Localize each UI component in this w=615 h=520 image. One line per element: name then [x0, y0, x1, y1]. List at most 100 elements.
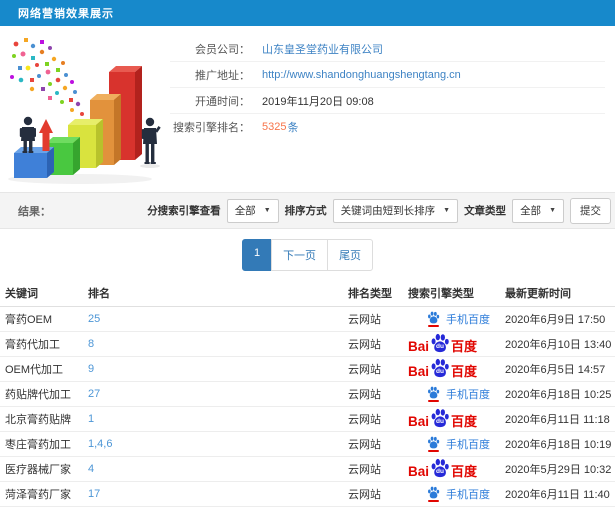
ranking-count: 5325: [262, 121, 287, 133]
filter-label-2: 文章类型: [464, 205, 507, 217]
mobile-baidu-logo: 手机百度: [427, 386, 490, 402]
selected-value: 全部: [520, 205, 542, 217]
filter-select-1[interactable]: 关键词由短到长排序 ▼: [332, 198, 459, 223]
baidu-logo-cn: 百度: [451, 364, 478, 380]
baidu-logo-text: Bai: [408, 363, 430, 379]
header-bar: 网络营销效果展示: [0, 0, 615, 26]
table-row: OEM代加工 9 云网站 Bai du 百度 2020年6月5日 14:57: [0, 356, 615, 382]
filter-label-0: 分搜索引擎查看: [147, 205, 221, 217]
updated-cell: 2020年6月10日 13:40: [500, 331, 615, 357]
baidu-logo-du: du: [436, 342, 444, 350]
rank-link[interactable]: 17: [88, 488, 100, 500]
rank-link[interactable]: 25: [88, 313, 100, 325]
selected-value: 关键词由短到长排序: [340, 205, 436, 217]
rank-cell: 1: [83, 406, 343, 432]
info-label: 搜索引擎排名：: [173, 122, 250, 134]
info-section: 会员公司： 山东皇圣堂药业有限公司 推广地址： http://www.shandong…: [0, 26, 615, 192]
engine-cell: Bai du 百度: [403, 331, 500, 357]
baidu-underline: [428, 449, 439, 452]
page-title: 网络营销效果展示: [18, 8, 114, 20]
keyword-cell: 北京膏药贴牌: [0, 406, 83, 432]
engine-cell: Bai du 百度: [403, 406, 500, 432]
baidu-underline: [428, 499, 439, 502]
keyword-cell: 菏泽膏药厂家: [0, 481, 83, 507]
table-row: 膏药OEM 25 云网站 手机百度 2020年6月9日 17:50: [0, 306, 615, 332]
table-row: 北京膏药贴牌 1 云网站 Bai du 百度 2020年6月11日 11:18: [0, 406, 615, 432]
updated-cell: 2020年6月18日 10:19: [500, 431, 615, 457]
pagination: 1 下一页 尾页: [241, 239, 374, 271]
bar-chart-illustration: [8, 38, 161, 184]
column-header: 关键词: [0, 281, 83, 307]
info-label: 会员公司：: [195, 43, 250, 56]
info-link[interactable]: http://www.shandonghuangshengtang.cn: [262, 69, 461, 81]
rank-link[interactable]: 9: [88, 363, 94, 375]
baidu-paw-icon: [428, 486, 440, 498]
rank-link[interactable]: 27: [88, 388, 100, 400]
mobile-baidu-logo: 手机百度: [427, 311, 490, 327]
baidu-logo-text: Bai: [408, 413, 430, 429]
ranking-count-unit: 条: [287, 122, 299, 134]
keyword-cell: 枣庄膏药加工: [0, 431, 83, 457]
engine-name: 手机百度: [446, 488, 490, 501]
updated-cell: 2020年6月5日 14:57: [500, 356, 615, 382]
updated-cell: 2020年6月9日 17:50: [500, 306, 615, 332]
info-row: 推广地址： http://www.shandonghuangshengtang.c…: [170, 62, 605, 88]
caret-down-icon: ▼: [549, 207, 556, 214]
table-row: 医疗器械厂家 4 云网站 Bai du 百度 2020年5月29日 10:32: [0, 456, 615, 482]
pagination-wrap: 1 下一页 尾页: [0, 229, 615, 281]
marketing-illustration: [0, 32, 170, 192]
column-header: 排名: [83, 281, 343, 307]
rank-type-cell: 云网站: [343, 356, 403, 382]
table-row: 菏泽膏药厂家 17 云网站 手机百度 2020年6月11日 11:40: [0, 481, 615, 507]
rank-link[interactable]: 1: [88, 413, 94, 425]
baidu-logo-text: Bai: [408, 463, 430, 479]
engine-name: 手机百度: [446, 438, 490, 451]
keyword-cell: 膏药代加工: [0, 331, 83, 357]
info-label: 推广地址：: [195, 69, 250, 82]
updated-cell: 2020年6月11日 11:18: [500, 406, 615, 432]
info-link[interactable]: 山东皇圣堂药业有限公司: [262, 41, 383, 57]
table-body: 膏药OEM 25 云网站 手机百度 2020年6月9日 17:50 膏药代加工 8 云网站 Ba…: [0, 306, 615, 507]
updated-cell: 2020年6月18日 10:25: [500, 381, 615, 407]
confetti-dots: [10, 38, 84, 116]
filter-select-2[interactable]: 全部 ▼: [512, 198, 564, 223]
baidu-logo-text: Bai: [408, 338, 430, 354]
engine-cell: 手机百度: [403, 381, 500, 407]
baidu-logo: Bai du 百度: [408, 408, 477, 428]
rank-type-cell: 云网站: [343, 331, 403, 357]
baidu-logo-cn: 百度: [451, 464, 478, 480]
rank-cell: 4: [83, 456, 343, 482]
info-text: 2019年11月20日 09:08: [262, 95, 374, 108]
baidu-paw-icon: [428, 436, 440, 448]
updated-cell: 2020年5月29日 10:32: [500, 456, 615, 482]
rank-cell: 8: [83, 331, 343, 357]
rank-cell: 17: [83, 481, 343, 507]
page-button[interactable]: 尾页: [327, 239, 374, 271]
rank-type-cell: 云网站: [343, 481, 403, 507]
rank-type-cell: 云网站: [343, 406, 403, 432]
baidu-logo: Bai du 百度: [408, 358, 477, 378]
info-label: 开通时间：: [195, 95, 250, 108]
keyword-rank-table: 关键词 排名 排名类型 搜索引擎类型 最新更新时间 膏药OEM 25 云网站 手机百度 2020…: [0, 281, 615, 507]
submit-button[interactable]: 提交: [570, 197, 611, 224]
baidu-logo-cn: 百度: [451, 339, 478, 355]
filter-label-1: 排序方式: [284, 205, 327, 217]
rank-link[interactable]: 1,4,6: [88, 438, 112, 450]
rank-link[interactable]: 8: [88, 338, 94, 350]
table-row: 药贴牌代加工 27 云网站 手机百度 2020年6月18日 10:25: [0, 381, 615, 407]
keyword-cell: 药贴牌代加工: [0, 381, 83, 407]
rank-link[interactable]: 4: [88, 463, 94, 475]
rank-type-cell: 云网站: [343, 431, 403, 457]
baidu-logo-du: du: [436, 367, 444, 375]
page-current[interactable]: 1: [241, 239, 273, 271]
table-row: 膏药代加工 8 云网站 Bai du 百度 2020年6月10日 13:40: [0, 331, 615, 357]
filter-select-0[interactable]: 全部 ▼: [226, 198, 279, 223]
caret-down-icon: ▼: [443, 207, 451, 214]
mobile-baidu-logo: 手机百度: [427, 436, 490, 452]
page-button[interactable]: 下一页: [271, 239, 329, 271]
info-list: 会员公司： 山东皇圣堂药业有限公司 推广地址： http://www.shandong…: [170, 32, 615, 192]
rank-cell: 9: [83, 356, 343, 382]
baidu-logo: Bai du 百度: [408, 333, 477, 353]
businessman-right: [140, 117, 161, 168]
baidu-paw-icon: [428, 311, 440, 323]
